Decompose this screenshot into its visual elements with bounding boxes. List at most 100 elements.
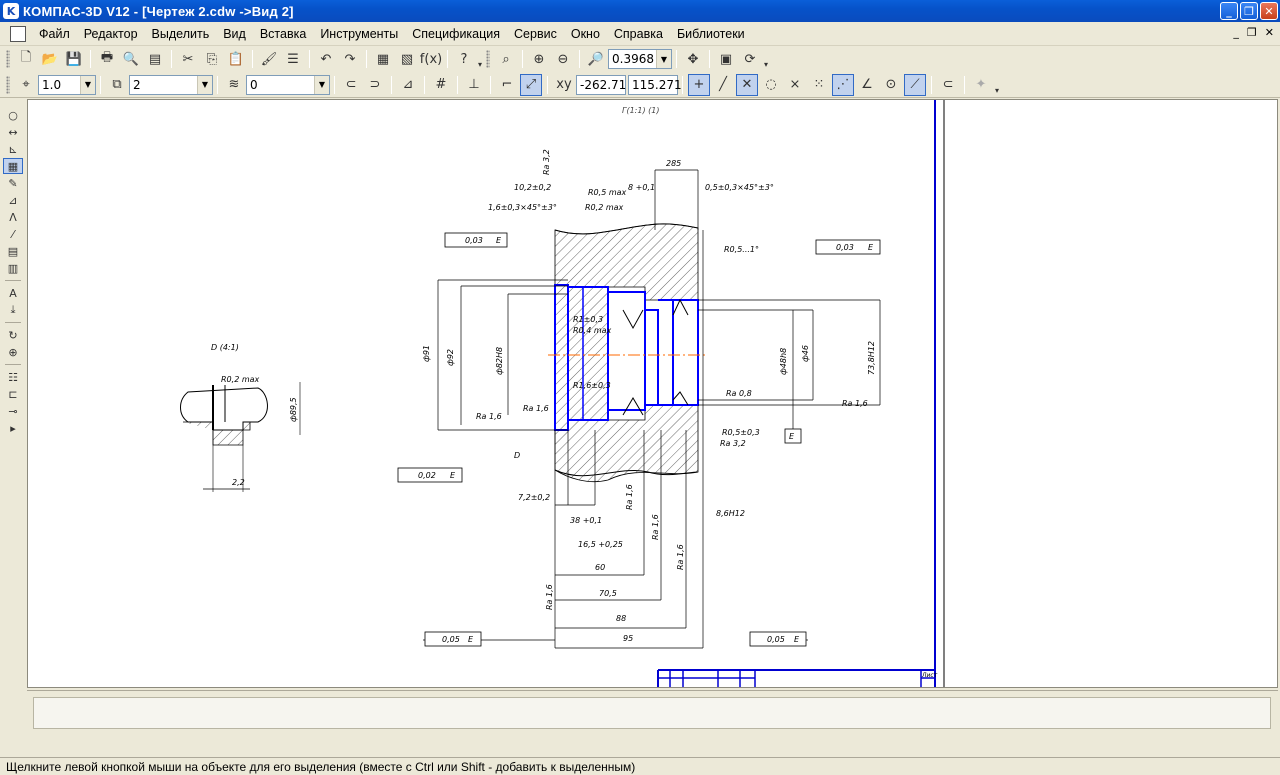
cursor-step-icon[interactable]: ⌖ [15,74,37,96]
snap-endpoint-icon[interactable]: ╱ [712,74,734,96]
parametrization-icon[interactable]: ✎ [3,175,23,191]
preview-icon[interactable]: ▤ [144,48,166,70]
doc-minimize-icon[interactable]: _ [1233,26,1239,39]
associative-icon[interactable]: ⁄ [3,226,23,242]
toolbar-grip[interactable] [6,75,10,94]
snap-settings-icon[interactable]: ⊂ [937,74,959,96]
snap-middle-icon[interactable]: ⋰ [832,73,854,96]
ortho-icon[interactable]: ⊿ [397,74,419,96]
menu-help[interactable]: Справка [607,27,670,41]
local-snap-icon[interactable]: ⊃ [364,74,386,96]
cut-icon[interactable]: ✂ [177,48,199,70]
edit-grid-icon[interactable]: ▦ [3,158,23,174]
menu-libraries[interactable]: Библиотеки [670,27,752,41]
save-icon[interactable]: 💾 [63,48,85,70]
menu-window[interactable]: Окно [564,27,607,41]
measure-icon[interactable]: ⊿ [3,192,23,208]
toolbar-grip[interactable] [6,50,10,68]
print-icon[interactable]: 🖶 [96,48,118,70]
pan-icon[interactable]: ✥ [682,48,704,70]
expand-icon[interactable]: ▸ [3,420,23,436]
round-icon[interactable]: ⌐ [496,74,518,96]
style-combo[interactable]: 0 ▼ [246,74,330,95]
close-button[interactable]: ✕ [1260,2,1278,20]
table-icon[interactable]: ☷ [3,369,23,385]
coordinates-icon[interactable]: xy [553,74,575,96]
chevron-down-icon[interactable]: ▼ [80,75,95,94]
paste-icon[interactable]: 📋 [225,48,247,70]
toolbar-grip[interactable] [486,50,490,68]
menu-view[interactable]: Вид [216,27,253,41]
format-painter-icon[interactable]: 🖌 [258,48,280,70]
menu-select[interactable]: Выделить [145,27,217,41]
snap-angle-icon[interactable]: ∠ [856,74,878,96]
snap-point-on-curve-icon[interactable]: ⟋ [904,73,926,96]
menu-specification[interactable]: Спецификация [405,27,507,41]
regenerate-icon[interactable]: ⟳ [739,48,761,70]
zoom-scale-icon[interactable]: 🔎 [585,48,607,70]
zoom-combo[interactable]: 0.3968 ▼ [608,49,672,69]
rotate-icon[interactable]: ↻ [3,327,23,343]
layer-icon[interactable]: ⧉ [106,74,128,96]
break-icon[interactable]: ⊏ [3,386,23,402]
new-document-icon[interactable]: 🗋 [15,48,37,70]
snap-nearest-icon[interactable]: + [688,73,710,96]
dimensions-icon[interactable]: ↔ [3,124,23,140]
zoom-window-icon[interactable]: ⌕ [495,48,517,70]
copy-icon[interactable]: ⎘ [201,48,223,70]
toolbar-overflow-icon[interactable]: ▾ [476,49,484,69]
redo-icon[interactable]: ↷ [339,48,361,70]
select-icon[interactable]: Λ [3,209,23,225]
document-icon[interactable] [10,25,26,42]
variables-icon[interactable]: f(x) [420,48,442,70]
spec-icon[interactable]: ▤ [3,243,23,259]
toolbar-overflow-icon[interactable]: ▾ [762,49,770,69]
designations-icon[interactable]: ⊾ [3,141,23,157]
manager-icon[interactable]: ▦ [372,48,394,70]
undo-icon[interactable]: ↶ [315,48,337,70]
snap-normal-icon[interactable]: ⨯ [784,74,806,96]
toolbar-overflow-icon[interactable]: ▾ [993,75,1001,95]
symmetry-icon[interactable]: ⊕ [3,344,23,360]
snap-grid-icon[interactable]: ⁙ [808,74,830,96]
menu-tools[interactable]: Инструменты [313,27,405,41]
snap-intersection-icon[interactable]: ✕ [736,73,758,96]
property-panel-body[interactable] [33,697,1271,729]
open-icon[interactable]: 📂 [39,48,61,70]
snap-tangent-icon[interactable]: ◌ [760,74,782,96]
snap-center-icon[interactable]: ⊙ [880,74,902,96]
menu-service[interactable]: Сервис [507,27,564,41]
restore-button[interactable]: ❐ [1240,2,1258,20]
ortho-mode-icon[interactable]: ⤢ [520,73,542,96]
properties-icon[interactable]: ☰ [282,48,304,70]
coord-x-field[interactable]: -262.71 [576,74,626,95]
layer-combo[interactable]: 2 ▼ [129,74,213,95]
menu-insert[interactable]: Вставка [253,27,313,41]
chevron-down-icon[interactable]: ▼ [656,50,671,68]
leader-icon[interactable]: ⤓ [3,302,23,318]
local-cs-icon[interactable]: ⊥ [463,74,485,96]
print-preview-icon[interactable]: 🔍 [120,48,142,70]
help-pointer-icon[interactable]: ? [453,48,475,70]
minimize-button[interactable]: _ [1220,2,1238,20]
chevron-down-icon[interactable]: ▼ [197,75,212,94]
snap-magnet-icon[interactable]: ⊂ [340,74,362,96]
step-combo[interactable]: 1.0 ▼ [38,74,96,95]
zoom-out-icon[interactable]: ⊖ [552,48,574,70]
grid-icon[interactable]: # [430,74,452,96]
text-icon[interactable]: A [3,285,23,301]
chevron-down-icon[interactable]: ▼ [314,75,329,94]
reports-icon[interactable]: ▥ [3,260,23,276]
coord-y-field[interactable]: 115.271 [628,74,682,95]
menu-file[interactable]: Файл [32,27,77,41]
zoom-in-icon[interactable]: ⊕ [528,48,550,70]
node-icon[interactable]: ⊸ [3,403,23,419]
line-style-icon[interactable]: ≋ [223,74,245,96]
library-manager-icon[interactable]: ▧ [396,48,418,70]
geometry-icon[interactable]: ○ [3,107,23,123]
refresh-view-icon[interactable]: ▣ [715,48,737,70]
drawing-canvas[interactable]: Г(1:1) (1) 0,03 E 0,03 E 0,02 E 0,05 E 0… [27,99,1278,688]
menu-edit[interactable]: Редактор [77,27,145,41]
doc-close-icon[interactable]: ✕ [1265,26,1274,39]
doc-restore-icon[interactable]: ❐ [1247,26,1257,39]
